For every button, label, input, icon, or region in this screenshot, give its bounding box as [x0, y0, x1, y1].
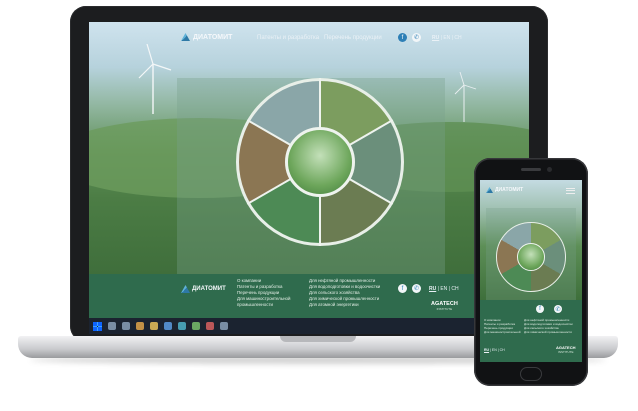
site-logo[interactable]: ДИАТОМИТ	[181, 33, 232, 41]
lang-ru[interactable]: RU	[429, 286, 436, 292]
store-icon[interactable]	[178, 322, 186, 330]
footer-logo[interactable]: ДИАТОМИТ	[181, 285, 226, 293]
lang-ru[interactable]: RU	[484, 348, 489, 352]
lang-ru[interactable]: RU	[432, 35, 439, 41]
folder-icon[interactable]	[150, 322, 158, 330]
phone-center-plant-image[interactable]	[517, 243, 545, 271]
media-icon[interactable]	[206, 322, 214, 330]
phone-footer-menu-2: Для нефтяной промышленности Для водоподг…	[524, 318, 573, 334]
wind-turbine-icon	[454, 72, 477, 122]
language-switcher[interactable]: RU | EN | CH	[432, 35, 462, 41]
search-icon[interactable]	[108, 322, 116, 330]
hamburger-menu-icon[interactable]	[566, 188, 575, 194]
settings-icon[interactable]	[220, 322, 228, 330]
lang-en[interactable]: EN	[440, 286, 447, 292]
windows-taskbar	[89, 318, 529, 334]
footer-facebook-icon[interactable]: f	[398, 284, 407, 293]
footer-phone-icon[interactable]: ✆	[412, 284, 421, 293]
logo-mark-icon	[486, 187, 493, 193]
footer-link[interactable]: Для машиностроительной	[484, 330, 521, 334]
footer-menu-2: Для нефтяной промышленности Для водоподг…	[309, 278, 380, 308]
footer-logo-text: ДИАТОМИТ	[192, 286, 226, 292]
lang-ch[interactable]: CH	[451, 286, 458, 292]
center-plant-image[interactable]	[285, 127, 355, 197]
task-view-icon[interactable]	[122, 322, 130, 330]
browser-icon[interactable]	[136, 322, 144, 330]
phone-icon[interactable]: ✆	[412, 33, 421, 42]
logo-text: ДИАТОМИТ	[193, 33, 233, 41]
footer-link[interactable]: промышленности	[237, 302, 290, 308]
nav-link-patents[interactable]: Патенты и разработка	[257, 35, 319, 41]
footer-language-switcher[interactable]: RU | EN | CH	[429, 286, 459, 292]
phone-speaker	[521, 168, 541, 171]
chat-icon[interactable]	[192, 322, 200, 330]
phone-footer-menu-1: О компании Патенты и разработка Перечень…	[484, 318, 521, 334]
agatech-logo: AGATECH INSTITUTE	[431, 301, 458, 311]
phone-home-button[interactable]	[520, 367, 542, 381]
phone-camera	[547, 167, 552, 172]
logo-mark-icon	[181, 33, 190, 41]
phone-phone-icon[interactable]: ✆	[554, 305, 562, 313]
lang-en[interactable]: EN	[443, 35, 450, 41]
lang-ch[interactable]: CH	[454, 35, 461, 41]
nav-link-products[interactable]: Перечень продукции	[324, 35, 382, 41]
phone-screen: ДИАТОМИТ f ✆ О компании Патенты и разраб…	[480, 180, 582, 362]
footer-link[interactable]: Для атомной энергетики	[309, 302, 380, 308]
mail-icon[interactable]	[164, 322, 172, 330]
phone-logo-text: ДИАТОМИТ	[495, 187, 524, 193]
footer-link[interactable]: Для химической промышленности	[524, 330, 573, 334]
phone-facebook-icon[interactable]: f	[536, 305, 544, 313]
phone-language-switcher[interactable]: RU | EN | CH	[484, 348, 505, 352]
wind-turbine-icon	[138, 44, 172, 114]
laptop-screen: ДИАТОМИТ Патенты и разработка Перечень п…	[89, 22, 529, 334]
footer-menu-1: О компании Патенты и разработка Перечень…	[237, 278, 290, 308]
phone-logo[interactable]: ДИАТОМИТ	[486, 187, 523, 193]
phone-agatech-logo: AGATECH INSTITUTE	[556, 345, 576, 355]
lang-ch[interactable]: CH	[500, 348, 505, 352]
logo-mark-icon	[181, 285, 190, 293]
facebook-icon[interactable]: f	[398, 33, 407, 42]
windows-start-icon[interactable]	[93, 321, 102, 331]
lang-en[interactable]: EN	[492, 348, 497, 352]
laptop-notch	[280, 336, 356, 342]
